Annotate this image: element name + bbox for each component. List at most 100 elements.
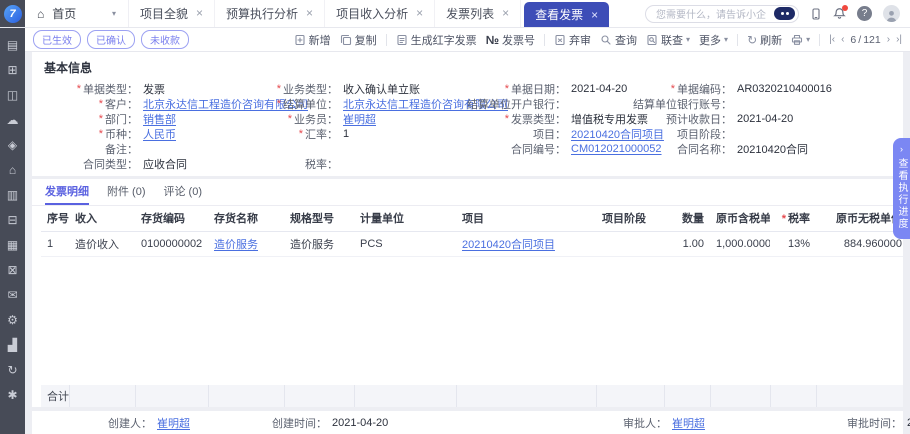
cell-spec: 造价服务 xyxy=(284,231,354,256)
sidebar-tools-icon[interactable]: ✱ xyxy=(7,389,17,401)
assistant-search-input[interactable]: 您需要什么，请告诉小企 xyxy=(645,5,799,23)
sidebar-dashboard-icon[interactable]: ▤ xyxy=(7,39,18,51)
copy-button[interactable]: 复制 xyxy=(340,32,377,48)
close-icon[interactable]: × xyxy=(591,9,598,21)
tab-label: 项目收入分析 xyxy=(336,5,408,22)
sidebar-settings-gear-icon[interactable]: ⚙ xyxy=(7,314,18,326)
field-doc-no-value: AR0320210400016 xyxy=(737,83,832,95)
field-project: 项目20210420合同项目 xyxy=(462,126,634,141)
print-button[interactable]: ▾ xyxy=(791,34,810,46)
sidebar: ▤ ⊞ ◫ ☁ ◈ ⌂ ▥ ⊟ ▦ ⊠ ✉ ⚙ ▟ ↻ ✱ xyxy=(0,28,25,434)
table-empty-area xyxy=(41,257,903,386)
field-creator-link[interactable]: 崔明超 xyxy=(157,415,190,431)
execution-progress-tab[interactable]: › 查看执行进度 xyxy=(893,138,910,239)
query-label: 查询 xyxy=(615,32,637,48)
close-icon[interactable]: × xyxy=(196,7,203,19)
field-create-time: 创建时间2021-04-20 xyxy=(215,411,555,434)
tab-home-label: 首页 xyxy=(52,5,76,22)
sidebar-cloud-sync-icon[interactable]: ☁ xyxy=(7,114,19,126)
sidebar-apps-grid-icon[interactable]: ▦ xyxy=(7,239,18,251)
field-contract-type: 合同类型应收合同 xyxy=(32,156,244,171)
tab-attachments[interactable]: 附件 (0) xyxy=(107,179,146,205)
sidebar-schedule-icon[interactable]: ⊟ xyxy=(7,214,17,226)
field-settle-unit: *结算单位北京永达信工程造价咨询有限公司 xyxy=(244,96,462,111)
field-contract-no: 合同编号CM012021000052 xyxy=(462,141,634,156)
field-department-link[interactable]: 销售部 xyxy=(143,111,176,127)
detail-section: 发票明细 附件 (0) 评论 (0) 序号 收入 存货编码 存货名称 规格型号 … xyxy=(32,179,903,407)
linked-query-button[interactable]: 联查 ▾ xyxy=(646,32,690,48)
invoice-number-button[interactable]: № 发票号 xyxy=(486,32,535,48)
tab-project-overview[interactable]: 项目全貌 × xyxy=(129,0,215,27)
add-button[interactable]: 新增 xyxy=(294,32,331,48)
notification-bell-icon[interactable] xyxy=(833,7,846,20)
field-salesperson-link[interactable]: 崔明超 xyxy=(343,111,376,127)
tab-invoice-list[interactable]: 发票列表 × xyxy=(435,0,521,27)
sidebar-finance-icon[interactable]: ⊠ xyxy=(7,264,17,276)
cell-inventory-name-link[interactable]: 造价服务 xyxy=(208,231,284,256)
chevron-down-icon[interactable]: ▾ xyxy=(112,10,116,18)
assistant-bot-icon xyxy=(774,7,795,20)
linked-query-label: 联查 xyxy=(661,32,683,48)
pager-last-button[interactable]: ›| xyxy=(896,34,902,45)
red-invoice-button[interactable]: 生成红字发票 xyxy=(396,32,477,48)
discard-approval-button[interactable]: 弃审 xyxy=(554,32,591,48)
sidebar-history-clock-icon[interactable]: ↻ xyxy=(7,364,17,376)
toolbar-divider xyxy=(386,34,387,46)
col-price-incl-tax: 原币含税单价 xyxy=(710,206,770,231)
toolbar: 新增 复制 生成红字发票 № 发票号 弃审 查询 xyxy=(294,32,902,48)
more-button[interactable]: 更多 ▾ xyxy=(699,32,728,48)
sidebar-security-icon[interactable]: ◈ xyxy=(8,139,17,151)
pager-first-button[interactable]: |‹ xyxy=(829,34,835,45)
help-icon[interactable]: ? xyxy=(857,6,872,21)
close-icon[interactable]: × xyxy=(502,7,509,19)
query-button[interactable]: 查询 xyxy=(600,32,637,48)
detail-tabs: 发票明细 附件 (0) 评论 (0) xyxy=(32,179,903,206)
pager-prev-button[interactable]: ‹ xyxy=(841,34,844,45)
field-expected-date-value: 2021-04-20 xyxy=(737,113,793,125)
close-icon[interactable]: × xyxy=(416,7,423,19)
basic-info-grid: *单据类型发票 *业务类型收入确认单立账 *单据日期2021-04-20 *单据… xyxy=(32,81,899,171)
tab-view-invoice[interactable]: 查看发票 × xyxy=(524,2,609,27)
col-seq: 序号 xyxy=(41,206,69,231)
chevron-down-icon: ▾ xyxy=(806,36,810,44)
total-label: 合计 xyxy=(41,385,69,407)
cell-tax-rate: 13% xyxy=(770,231,816,256)
field-exchange-rate-value: 1 xyxy=(343,128,349,140)
sidebar-ledger-icon[interactable]: ▥ xyxy=(7,189,18,201)
sidebar-organization-icon[interactable]: ⌂ xyxy=(9,164,16,176)
tab-label: 发票列表 xyxy=(446,5,494,22)
cell-price-excl-tax: 884.960000 xyxy=(816,231,903,256)
sidebar-invoice-icon[interactable]: ◫ xyxy=(7,89,18,101)
tab-invoice-detail[interactable]: 发票明细 xyxy=(45,179,89,205)
tab-budget-analysis[interactable]: 预算执行分析 × xyxy=(215,0,325,27)
field-approver-link[interactable]: 崔明超 xyxy=(672,415,705,431)
statusbar: 已生效 已确认 未收款 新增 复制 生成红字发票 № 发票号 xyxy=(25,28,910,52)
sidebar-report-icon[interactable]: ✉ xyxy=(7,289,17,301)
refresh-button[interactable]: ↻ 刷新 xyxy=(747,32,782,48)
toolbar-divider xyxy=(737,34,738,46)
close-icon[interactable]: × xyxy=(306,7,313,19)
app-logo[interactable]: 7 xyxy=(4,5,22,23)
record-pager: |‹ ‹ 6/121 › ›| xyxy=(829,34,902,46)
tab-home[interactable]: ⌂ 首页 ▾ xyxy=(25,0,129,27)
cell-price-incl-tax: 1,000.000000 xyxy=(710,231,770,256)
pager-next-button[interactable]: › xyxy=(887,34,890,45)
field-currency-link[interactable]: 人民币 xyxy=(143,126,176,142)
tab-income-analysis[interactable]: 项目收入分析 × xyxy=(325,0,435,27)
cell-project-link[interactable]: 20210420合同项目 xyxy=(456,231,596,256)
main-content: 基本信息 *单据类型发票 *业务类型收入确认单立账 *单据日期2021-04-2… xyxy=(25,52,910,434)
col-project-stage: 项目阶段 xyxy=(596,206,664,231)
col-project: 项目 xyxy=(456,206,596,231)
field-contract-type-value: 应收合同 xyxy=(143,156,187,172)
mobile-icon[interactable] xyxy=(810,8,822,20)
field-create-time-value: 2021-04-20 xyxy=(332,417,388,429)
cell-inventory-code: 0100000002 xyxy=(135,231,208,256)
cell-unit: PCS xyxy=(354,231,456,256)
home-icon: ⌂ xyxy=(37,7,44,21)
sidebar-analytics-chart-icon[interactable]: ▟ xyxy=(8,339,17,351)
table-row[interactable]: 1 造价收入 0100000002 造价服务 造价服务 PCS 20210420… xyxy=(41,231,903,256)
copy-label: 复制 xyxy=(355,32,377,48)
sidebar-budget-icon[interactable]: ⊞ xyxy=(7,64,17,76)
tab-comments[interactable]: 评论 (0) xyxy=(164,179,203,205)
avatar[interactable] xyxy=(883,5,900,22)
